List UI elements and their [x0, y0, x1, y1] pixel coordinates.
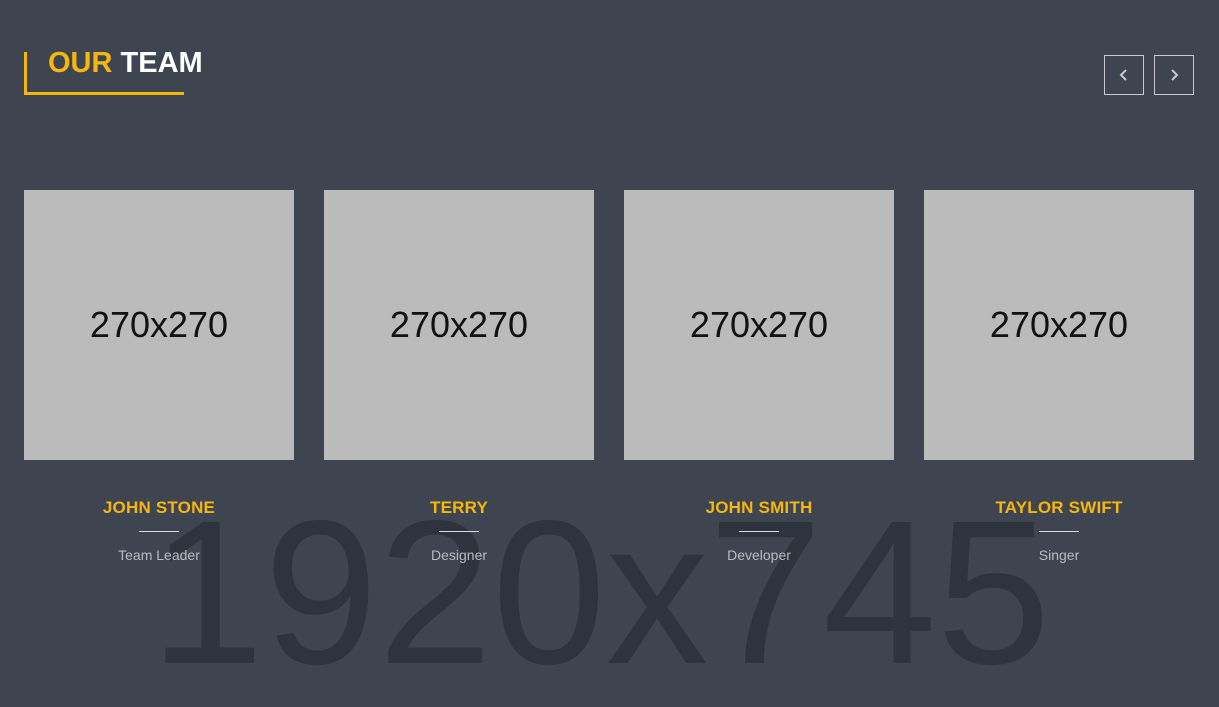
- team-member-card[interactable]: 270x270 TAYLOR SWIFT Singer: [924, 190, 1194, 564]
- team-member-role: Singer: [1038, 547, 1080, 563]
- name-divider: [439, 531, 479, 532]
- team-member-photo[interactable]: 270x270: [624, 190, 894, 460]
- section-title-accent: OUR: [48, 47, 113, 79]
- team-member-card[interactable]: 270x270 TERRY Designer: [324, 190, 594, 564]
- section-title-main: TEAM: [120, 47, 203, 79]
- team-member-photo[interactable]: 270x270: [24, 190, 294, 460]
- team-member-card[interactable]: 270x270 JOHN STONE Team Leader: [24, 190, 294, 564]
- name-divider: [1039, 531, 1079, 532]
- section-title-text: OUR TEAM: [48, 46, 203, 81]
- carousel-prev-button[interactable]: [1104, 55, 1144, 95]
- team-member-role: Developer: [727, 547, 791, 563]
- team-member-card[interactable]: 270x270 JOHN SMITH Developer: [624, 190, 894, 564]
- section-title: OUR TEAM: [24, 47, 203, 95]
- team-member-role: Team Leader: [118, 547, 200, 563]
- carousel-next-button[interactable]: [1154, 55, 1194, 95]
- team-member-name[interactable]: JOHN SMITH: [624, 498, 894, 518]
- team-member-role: Designer: [430, 547, 488, 563]
- name-divider: [139, 531, 179, 532]
- team-member-photo[interactable]: 270x270: [924, 190, 1194, 460]
- team-member-photo[interactable]: 270x270: [324, 190, 594, 460]
- chevron-left-icon: [1119, 69, 1127, 81]
- team-member-name[interactable]: TERRY: [324, 498, 594, 518]
- team-member-name[interactable]: JOHN STONE: [24, 498, 294, 518]
- chevron-right-icon: [1171, 69, 1179, 81]
- team-member-name[interactable]: TAYLOR SWIFT: [924, 498, 1194, 518]
- name-divider: [739, 531, 779, 532]
